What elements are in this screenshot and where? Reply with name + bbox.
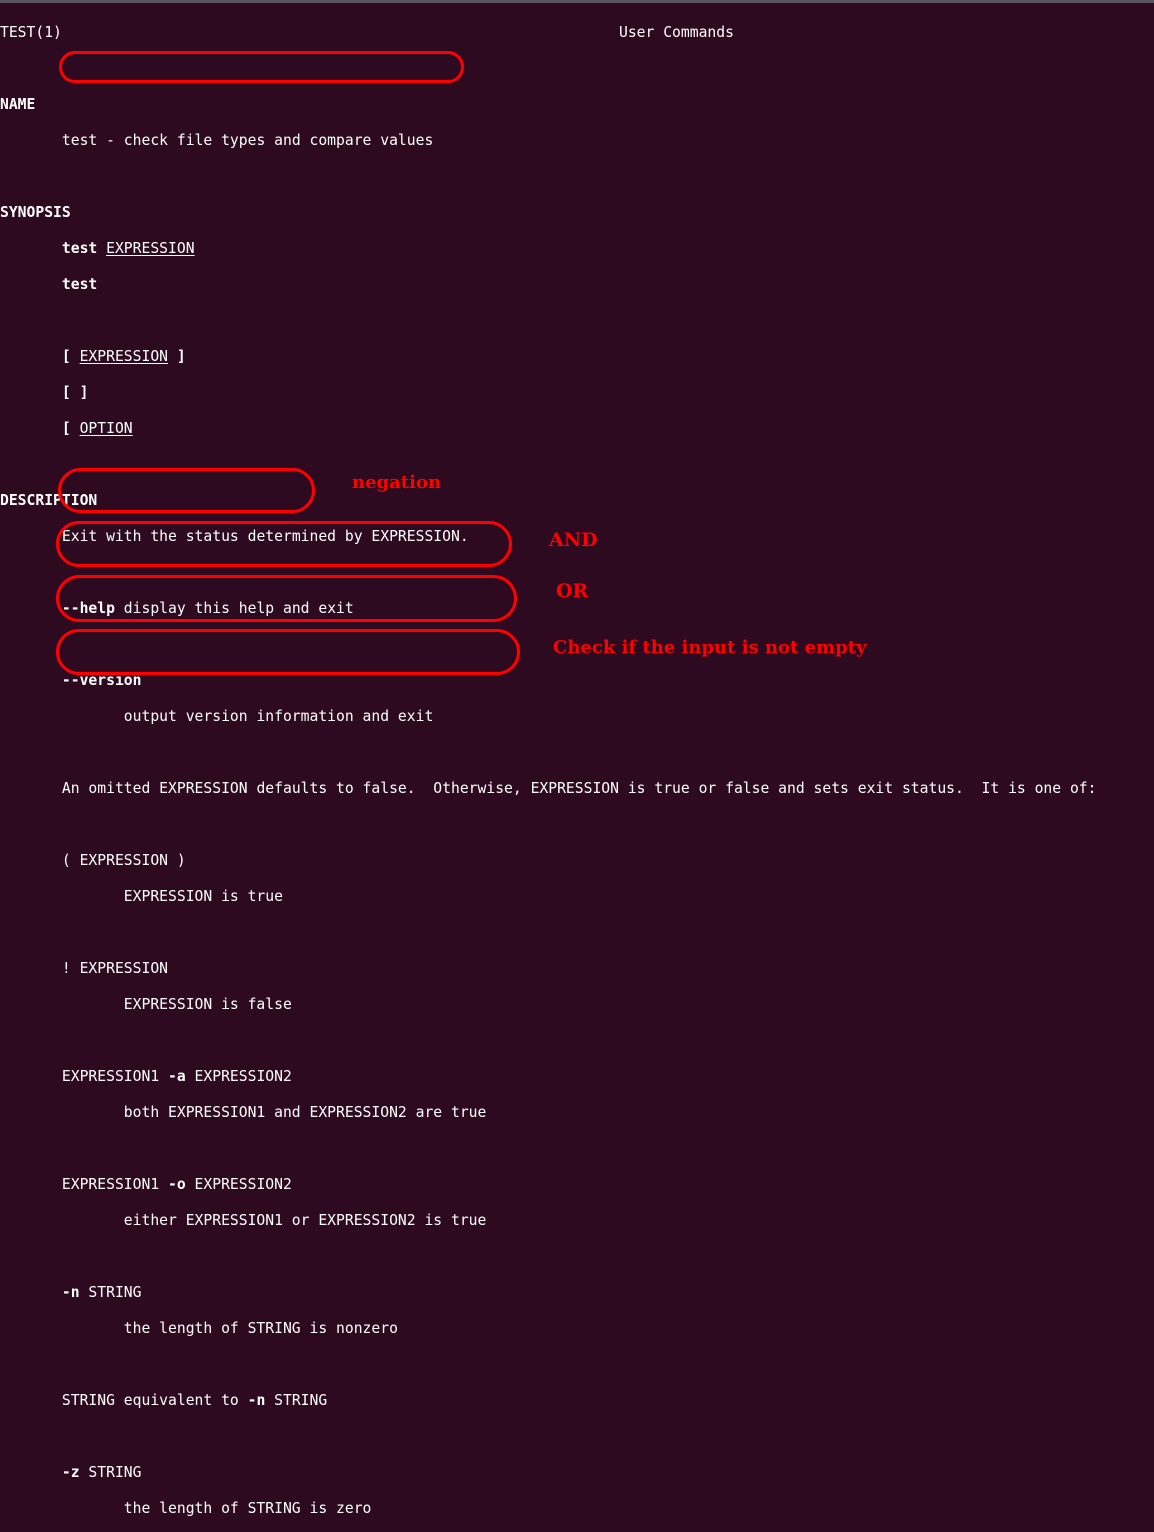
description-heading-text: DESCRIPTION — [0, 492, 98, 509]
expr-and-detail-text: both EXPRESSION1 and EXPRESSION2 are tru… — [123, 1104, 487, 1121]
man-header-line: TEST(1) User Commands — [0, 24, 1154, 42]
description-intro-text: Exit with the status determined by EXPRE… — [61, 528, 469, 545]
option-flag-help: --help — [61, 600, 115, 617]
option-version-line: --version — [0, 672, 1154, 690]
terminal-man-page[interactable]: TEST(1) User Commands NAME test - check … — [0, 3, 1154, 1517]
expr-or-flag: -o — [168, 1176, 186, 1193]
expr-and-detail: both EXPRESSION1 and EXPRESSION2 are tru… — [0, 1104, 1154, 1122]
name-body-text: test - check file types and compare valu… — [61, 132, 434, 149]
man-header-center: User Commands — [619, 24, 734, 41]
expr-z-detail-text: the length of STRING is zero — [123, 1500, 372, 1517]
expr-n-detail: the length of STRING is nonzero — [0, 1320, 1154, 1338]
expr-n-head: -n STRING — [0, 1284, 1154, 1302]
expr-equiv-pre: STRING equivalent to — [61, 1392, 248, 1409]
bracket-open-2: [ — [61, 420, 80, 437]
expr-negation-head-text: ! EXPRESSION — [61, 960, 169, 977]
expr-and-head: EXPRESSION1 -a EXPRESSION2 — [0, 1068, 1154, 1086]
synopsis-arg-expression-2: EXPRESSION — [79, 348, 169, 365]
expr-and-head-post: EXPRESSION2 — [185, 1068, 292, 1085]
expr-or-detail: either EXPRESSION1 or EXPRESSION2 is tru… — [0, 1212, 1154, 1230]
expr-z-flag: -z — [61, 1464, 80, 1481]
section-heading-name: NAME — [0, 96, 1154, 114]
omitted-note-text: An omitted EXPRESSION defaults to false.… — [61, 780, 1097, 797]
man-header-left: TEST(1) — [0, 24, 62, 41]
synopsis-heading-text: SYNOPSIS — [0, 204, 71, 221]
expr-z-head-post: STRING — [79, 1464, 142, 1481]
name-heading-text: NAME — [0, 96, 36, 113]
option-version-detail-line: output version information and exit — [0, 708, 1154, 726]
option-help-line: --help display this help and exit — [0, 600, 1154, 618]
synopsis-line-5: [ OPTION — [0, 420, 1154, 438]
expr-equiv-flag: -n — [247, 1392, 266, 1409]
brackets-empty: [ ] — [61, 384, 89, 401]
bracket-open-1: [ — [61, 348, 80, 365]
expr-paren-head-text: ( EXPRESSION ) — [61, 852, 186, 869]
option-desc-help: display this help and exit — [114, 600, 354, 617]
expr-or-detail-text: either EXPRESSION1 or EXPRESSION2 is tru… — [123, 1212, 487, 1229]
section-heading-synopsis: SYNOPSIS — [0, 204, 1154, 222]
bracket-close-1: ] — [168, 348, 186, 365]
expr-z-head: -z STRING — [0, 1464, 1154, 1482]
synopsis-line-2: test — [0, 276, 1154, 294]
expr-paren-head: ( EXPRESSION ) — [0, 852, 1154, 870]
section-heading-description: DESCRIPTION — [0, 492, 1154, 510]
expr-negation-detail-text: EXPRESSION is false — [123, 996, 292, 1013]
expr-z-detail: the length of STRING is zero — [0, 1500, 1154, 1518]
synopsis-line-4: [ ] — [0, 384, 1154, 402]
expr-or-head-post: EXPRESSION2 — [185, 1176, 292, 1193]
expr-string-equiv: STRING equivalent to -n STRING — [0, 1392, 1154, 1410]
man-header-gap — [62, 24, 619, 41]
expr-paren-detail: EXPRESSION is true — [0, 888, 1154, 906]
expr-negation-detail: EXPRESSION is false — [0, 996, 1154, 1014]
synopsis-cmd-2: test — [61, 276, 98, 293]
description-intro-line: Exit with the status determined by EXPRE… — [0, 528, 1154, 546]
expr-n-head-post: STRING — [79, 1284, 142, 1301]
synopsis-arg-option: OPTION — [79, 420, 133, 437]
synopsis-arg-expression: EXPRESSION — [106, 240, 195, 257]
expr-or-head-pre: EXPRESSION1 — [61, 1176, 169, 1193]
omitted-note-line: An omitted EXPRESSION defaults to false.… — [0, 780, 1154, 798]
expr-and-flag: -a — [168, 1068, 186, 1085]
expr-negation-head: ! EXPRESSION — [0, 960, 1154, 978]
synopsis-cmd-1: test — [61, 240, 98, 257]
expr-n-flag: -n — [61, 1284, 80, 1301]
expr-equiv-post: STRING — [265, 1392, 328, 1409]
name-body-line: test - check file types and compare valu… — [0, 132, 1154, 150]
expr-n-detail-text: the length of STRING is nonzero — [123, 1320, 398, 1337]
option-flag-version: --version — [61, 672, 142, 689]
synopsis-line-3: [ EXPRESSION ] — [0, 348, 1154, 366]
option-desc-version: output version information and exit — [123, 708, 434, 725]
expr-or-head: EXPRESSION1 -o EXPRESSION2 — [0, 1176, 1154, 1194]
synopsis-line-1: test EXPRESSION — [0, 240, 1154, 258]
expr-and-head-pre: EXPRESSION1 — [61, 1068, 169, 1085]
expr-paren-detail-text: EXPRESSION is true — [123, 888, 283, 905]
